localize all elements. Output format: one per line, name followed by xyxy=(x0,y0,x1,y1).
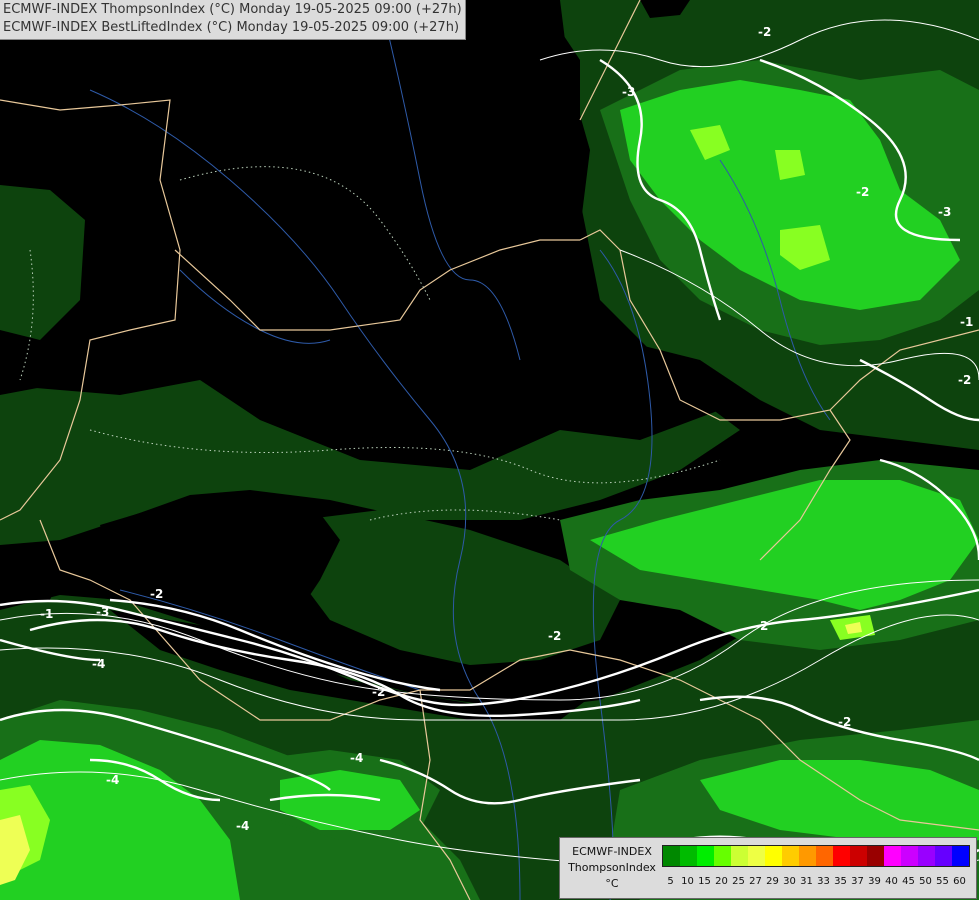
legend-tick-label: 35 xyxy=(834,876,847,887)
contour-label: -2 xyxy=(838,715,851,729)
weather-map: -2 -3 -2 -3 -2 -1 -2 -1 -2 -3 -2 -4 -2 -… xyxy=(0,0,979,900)
contour-label: -1 xyxy=(40,607,53,621)
legend-ticks: 5 10 15 20 25 27 29 30 31 33 35 37 39 40 45 50 55 60 xyxy=(662,876,974,890)
legend-tick-label: 50 xyxy=(919,876,932,887)
legend-tick-label: 33 xyxy=(817,876,830,887)
legend-swatch xyxy=(952,846,969,866)
header-line-lifted: ECMWF-INDEX BestLiftedIndex (°C) Monday … xyxy=(3,20,460,35)
legend-swatch xyxy=(901,846,918,866)
contour-label: -3 xyxy=(96,605,109,619)
legend-tick-label: 55 xyxy=(936,876,949,887)
contour-label: -4 xyxy=(92,657,105,671)
legend-tick-label: 20 xyxy=(715,876,728,887)
legend-swatch xyxy=(765,846,782,866)
contour-label: -3 xyxy=(622,85,635,99)
legend-swatch xyxy=(697,846,714,866)
contour-label: -2 xyxy=(958,373,971,387)
legend-tick-label: 60 xyxy=(953,876,966,887)
contour-label: -1 xyxy=(960,315,973,329)
legend-swatch xyxy=(714,846,731,866)
contour-label: -2 xyxy=(150,587,163,601)
legend-swatch xyxy=(935,846,952,866)
contour-label: -2 xyxy=(856,185,869,199)
legend-model-title: ECMWF-INDEX xyxy=(572,845,652,858)
contour-label: -4 xyxy=(350,751,363,765)
legend-tick-label: 39 xyxy=(868,876,881,887)
contour-label: -2 xyxy=(755,619,768,633)
contour-label: -4 xyxy=(106,773,119,787)
legend-tick-label: 30 xyxy=(783,876,796,887)
legend-tick-label: 27 xyxy=(749,876,762,887)
color-legend: ECMWF-INDEX ThompsonIndex °C 5 10 15 20 25 27… xyxy=(559,837,977,899)
contour-label: -4 xyxy=(236,819,249,833)
legend-swatch xyxy=(884,846,901,866)
map-header: ECMWF-INDEX ThompsonIndex (°C) Monday 19… xyxy=(0,0,466,40)
legend-swatch xyxy=(816,846,833,866)
legend-tick-label: 37 xyxy=(851,876,864,887)
header-line-thompson: ECMWF-INDEX ThompsonIndex (°C) Monday 19… xyxy=(3,2,462,17)
legend-tick-label: 5 xyxy=(667,876,674,887)
legend-swatch xyxy=(833,846,850,866)
legend-tick-label: 45 xyxy=(902,876,915,887)
legend-swatch xyxy=(731,846,748,866)
legend-swatch xyxy=(663,846,680,866)
legend-param-title: ThompsonIndex xyxy=(568,861,656,874)
legend-swatch xyxy=(918,846,935,866)
legend-swatch xyxy=(782,846,799,866)
legend-swatches xyxy=(662,845,970,867)
legend-tick-label: 29 xyxy=(766,876,779,887)
legend-tick-label: 25 xyxy=(732,876,745,887)
contour-label: -2 xyxy=(372,685,385,699)
legend-unit: °C xyxy=(605,877,619,890)
legend-tick-label: 31 xyxy=(800,876,813,887)
contour-label: -2 xyxy=(758,25,771,39)
legend-tick-label: 40 xyxy=(885,876,898,887)
contour-label: -2 xyxy=(548,629,561,643)
legend-tick-label: 15 xyxy=(698,876,711,887)
legend-swatch xyxy=(850,846,867,866)
contour-label: -3 xyxy=(938,205,951,219)
legend-swatch xyxy=(799,846,816,866)
legend-swatch xyxy=(867,846,884,866)
legend-swatch xyxy=(680,846,697,866)
legend-tick-label: 10 xyxy=(681,876,694,887)
legend-swatch xyxy=(748,846,765,866)
